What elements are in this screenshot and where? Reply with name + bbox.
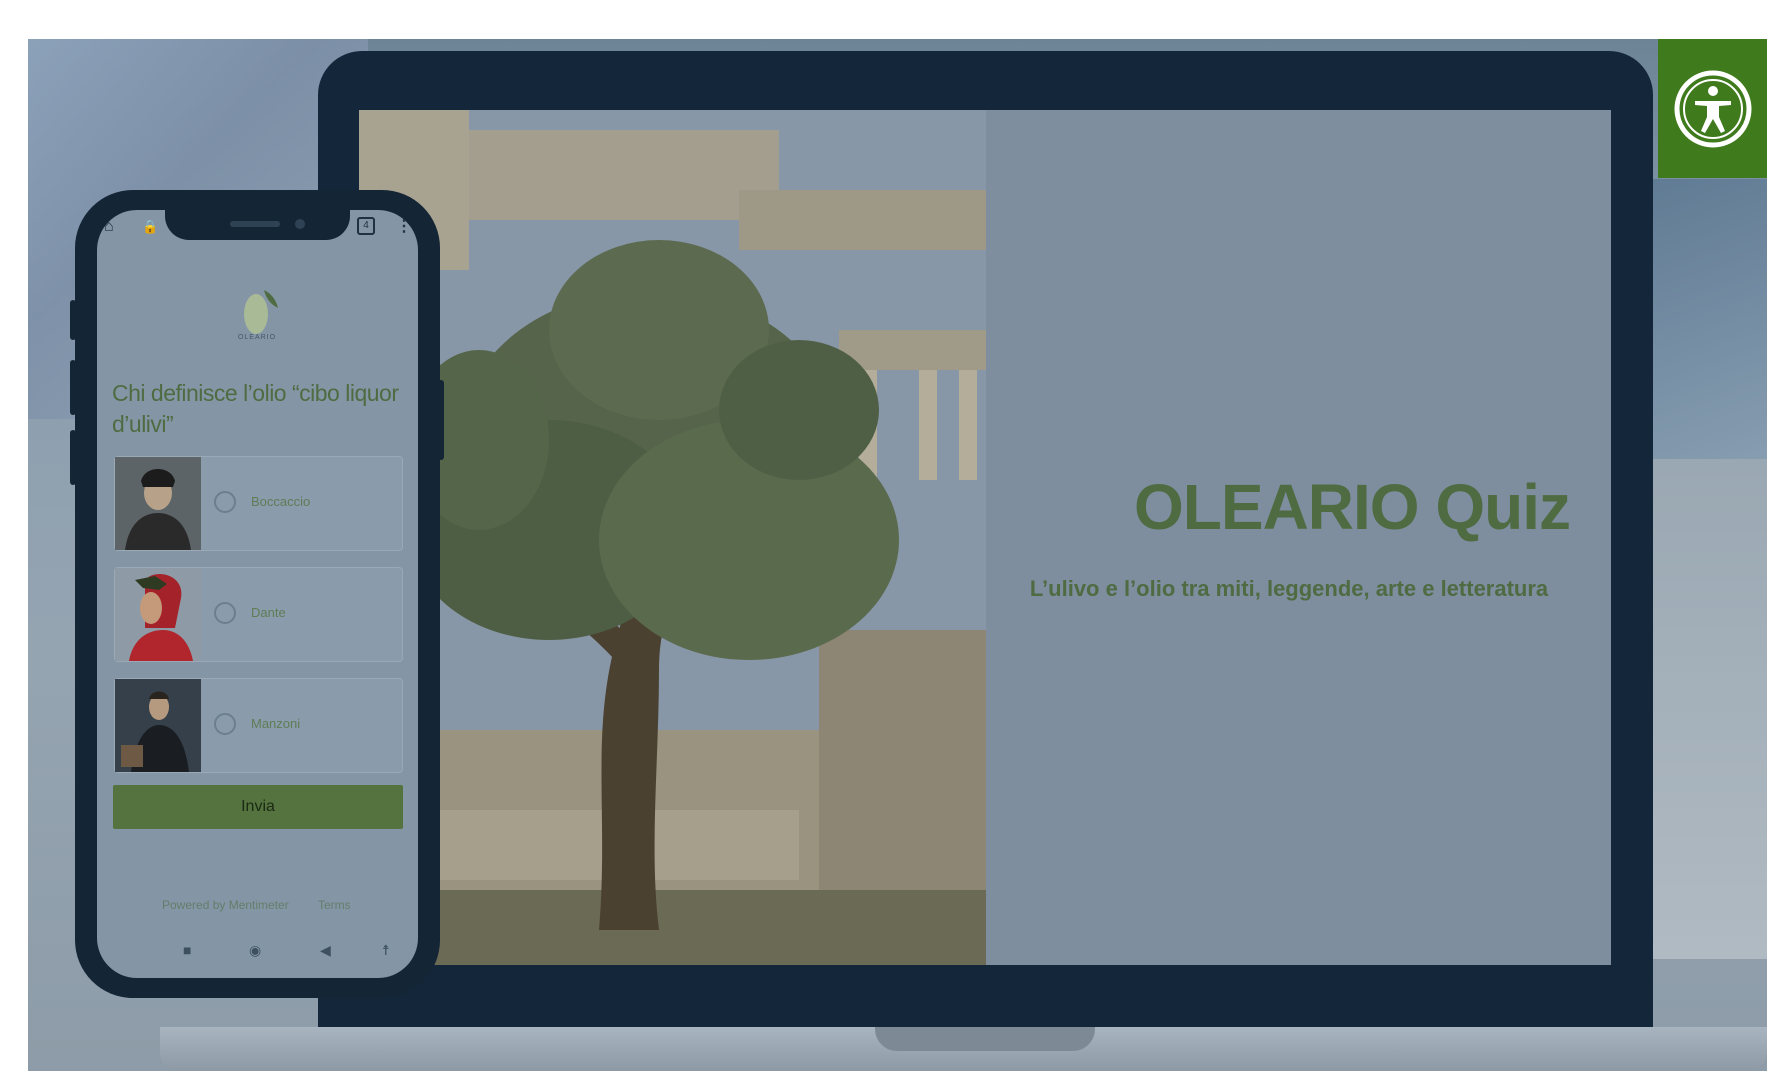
submit-button[interactable]: Invia — [113, 785, 403, 829]
option-radio-dante[interactable] — [214, 602, 236, 624]
quiz-question: Chi definisce l’olio “cibo liquor d’uliv… — [112, 380, 399, 437]
slide-subtitle: L’ulivo e l’olio tra miti, leggende, art… — [1029, 576, 1549, 601]
phone-camera — [295, 219, 305, 229]
terms-link[interactable]: Terms — [318, 898, 351, 912]
manzoni-portrait — [115, 679, 201, 772]
accessibility-icon — [1674, 70, 1751, 147]
tab-count: 4 — [363, 220, 369, 231]
option-label-manzoni: Manzoni — [251, 716, 301, 731]
background-blur-right-lower — [1648, 459, 1767, 959]
phone-speaker — [230, 221, 280, 227]
option-label-boccaccio: Boccaccio — [251, 494, 311, 509]
option-dante[interactable]: Dante — [114, 567, 403, 662]
nav-stop-icon[interactable]: ■ — [183, 942, 191, 958]
boccaccio-portrait — [115, 457, 201, 550]
nav-home-icon[interactable]: ◉ — [249, 942, 261, 959]
laptop-screen: OLEARIO Quiz L’ulivo e l’olio tra miti, … — [359, 110, 1611, 965]
logo-text: OLEARIO — [237, 334, 277, 341]
dante-portrait — [115, 568, 201, 661]
option-radio-boccaccio[interactable] — [214, 491, 236, 513]
laptop-notch — [875, 1027, 1095, 1051]
phone-side-button-3 — [70, 430, 76, 485]
phone-notch — [165, 200, 350, 240]
accessibility-button[interactable] — [1658, 39, 1767, 178]
option-boccaccio[interactable]: Boccaccio — [114, 456, 403, 551]
powered-by-link[interactable]: Powered by Mentimeter — [162, 898, 289, 912]
nav-accessibility-icon[interactable]: ☨ — [382, 942, 390, 959]
option-radio-manzoni[interactable] — [214, 713, 236, 735]
option-label-dante: Dante — [251, 605, 286, 620]
tabs-icon[interactable]: 4 — [357, 217, 375, 235]
nav-back-icon[interactable]: ◀ — [320, 942, 331, 959]
phone-power-button — [438, 380, 444, 460]
home-icon[interactable]: ⌂ — [104, 218, 114, 236]
phone-side-button-2 — [70, 360, 76, 415]
option-manzoni[interactable]: Manzoni — [114, 678, 403, 773]
slide-title: OLEARIO Quiz — [1134, 471, 1571, 543]
menu-dots-icon[interactable]: ⋮ — [396, 216, 412, 236]
olive-tree-photo — [359, 110, 986, 965]
olive-tree-illustration — [359, 110, 986, 965]
phone-side-button-1 — [70, 300, 76, 340]
lock-icon: 🔒 — [142, 219, 159, 234]
